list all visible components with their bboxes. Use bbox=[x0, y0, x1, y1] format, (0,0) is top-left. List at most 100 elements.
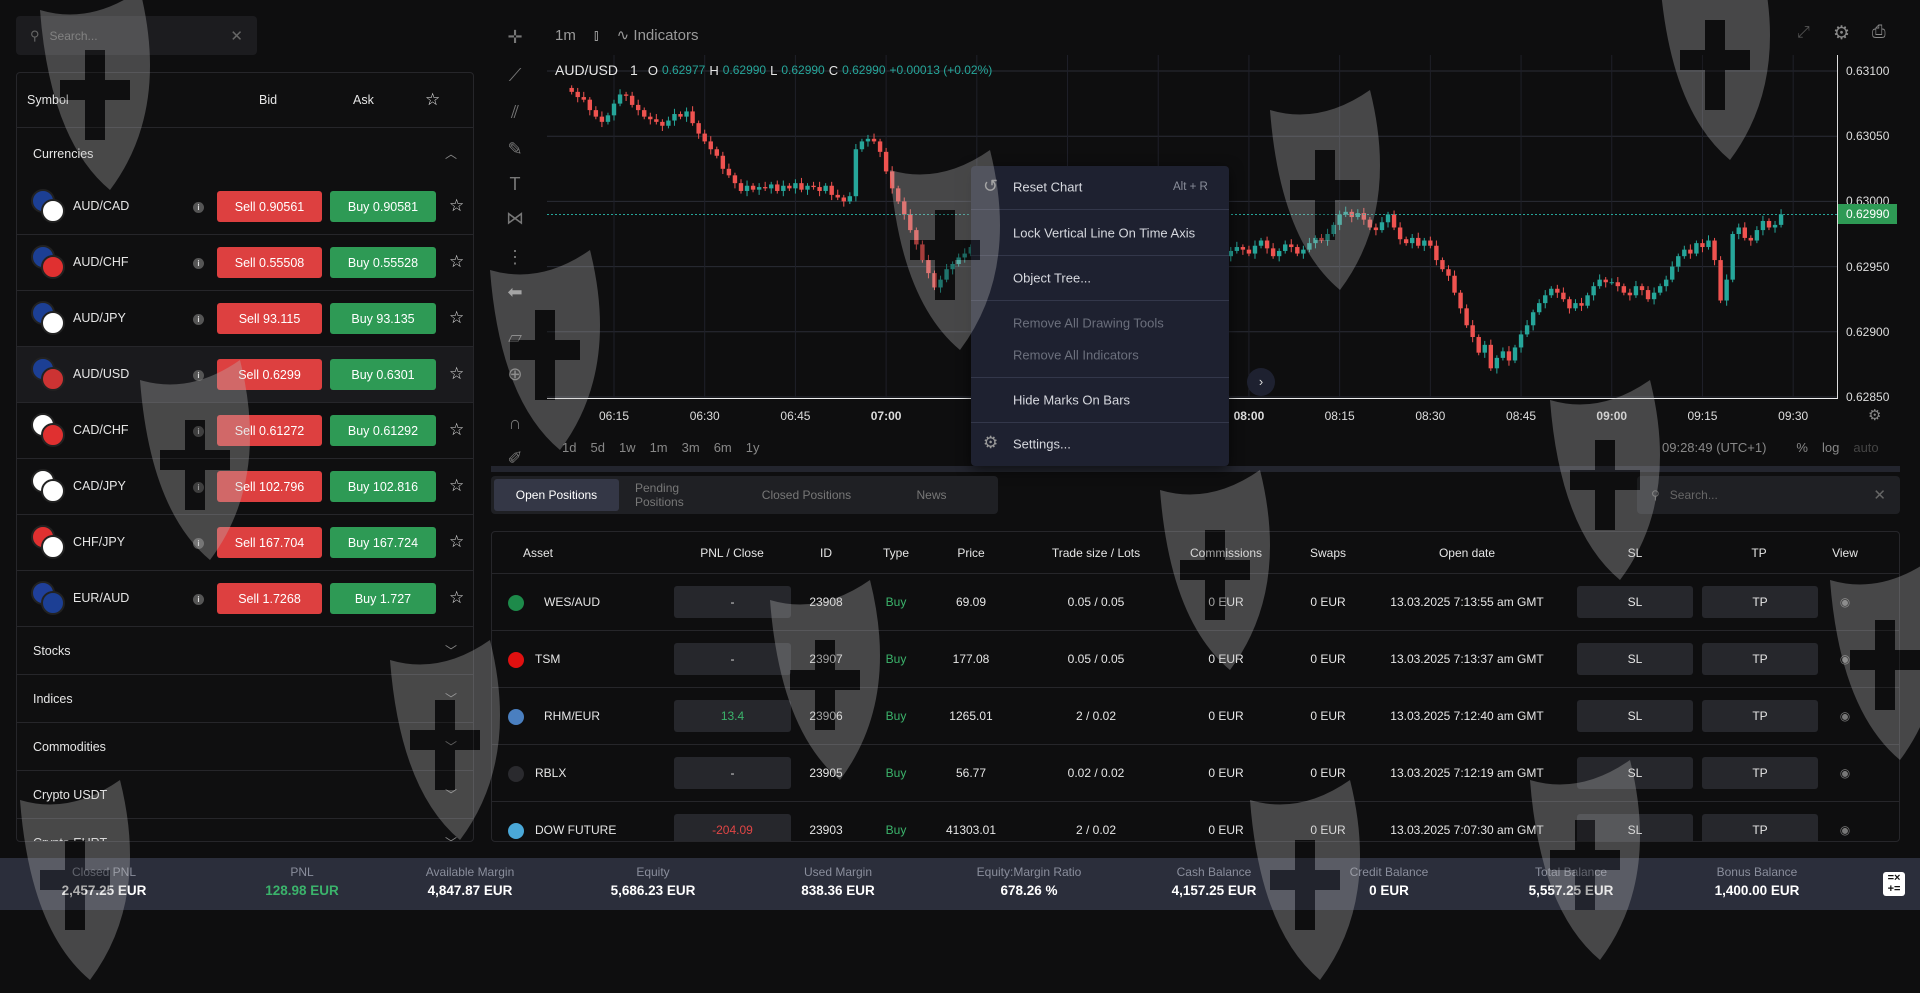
positions-search-input[interactable]: Search... bbox=[1670, 488, 1874, 502]
watchlist-row[interactable]: CHF/JPY i Sell 167.704 Buy 167.724 ☆ bbox=[17, 515, 473, 571]
crosshair-icon[interactable]: ✛ bbox=[500, 22, 530, 52]
info-icon[interactable]: i bbox=[193, 202, 204, 213]
category-commodities[interactable]: Commodities ﹀ bbox=[17, 723, 473, 771]
menu-reset-chart[interactable]: Reset Chart bbox=[1013, 180, 1082, 195]
ruler-icon[interactable]: ▱ bbox=[500, 322, 530, 352]
watchlist-row[interactable]: AUD/CAD i Sell 0.90561 Buy 0.90581 ☆ bbox=[17, 179, 473, 235]
position-row[interactable]: RBLX - 23905 Buy 56.77 0.02 / 0.02 0 EUR… bbox=[492, 744, 1899, 801]
pnl-close-button[interactable]: 13.4 bbox=[674, 700, 791, 732]
tp-button[interactable]: TP bbox=[1702, 643, 1818, 675]
star-icon[interactable]: ☆ bbox=[449, 252, 464, 272]
eye-icon[interactable]: ◉ bbox=[1840, 766, 1850, 780]
clear-search-icon[interactable]: ✕ bbox=[230, 27, 243, 45]
positions-search[interactable]: ⚲ Search... ✕ bbox=[1637, 476, 1900, 514]
fib-tool-icon[interactable]: ⫽ bbox=[500, 97, 530, 127]
category-indices[interactable]: Indices ﹀ bbox=[17, 675, 473, 723]
star-icon[interactable]: ☆ bbox=[449, 308, 464, 328]
star-icon[interactable]: ☆ bbox=[449, 588, 464, 608]
position-row[interactable]: TSM - 23907 Buy 177.08 0.05 / 0.05 0 EUR… bbox=[492, 630, 1899, 687]
brush-icon[interactable]: ✎ bbox=[500, 134, 530, 164]
tab-pending-positions[interactable]: Pending Positions bbox=[619, 479, 744, 511]
buy-button[interactable]: Buy 0.55528 bbox=[330, 247, 436, 278]
buy-button[interactable]: Buy 0.90581 bbox=[330, 191, 436, 222]
watchlist-row[interactable]: CAD/JPY i Sell 102.796 Buy 102.816 ☆ bbox=[17, 459, 473, 515]
watchlist-row[interactable]: AUD/JPY i Sell 93.115 Buy 93.135 ☆ bbox=[17, 291, 473, 347]
buy-button[interactable]: Buy 0.6301 bbox=[330, 359, 436, 390]
range-button-1m[interactable]: 1m bbox=[650, 440, 668, 455]
sl-button[interactable]: SL bbox=[1577, 814, 1693, 841]
tp-button[interactable]: TP bbox=[1702, 814, 1818, 841]
auto-toggle[interactable]: auto bbox=[1853, 440, 1878, 455]
sl-button[interactable]: SL bbox=[1577, 586, 1693, 618]
eye-icon[interactable]: ◉ bbox=[1840, 652, 1850, 666]
trend-line-icon[interactable]: ⟋ bbox=[500, 60, 530, 90]
buy-button[interactable]: Buy 167.724 bbox=[330, 527, 436, 558]
watchlist-row[interactable]: CAD/CHF i Sell 0.61272 Buy 0.61292 ☆ bbox=[17, 403, 473, 459]
menu-remove-indicators[interactable]: Remove All Indicators bbox=[1013, 348, 1139, 363]
sell-button[interactable]: Sell 102.796 bbox=[217, 471, 322, 502]
info-icon[interactable]: i bbox=[193, 538, 204, 549]
tp-button[interactable]: TP bbox=[1702, 757, 1818, 789]
price-axis[interactable]: 0.63100 0.63050 0.63000 0.62950 0.62900 0.628… bbox=[1837, 55, 1912, 404]
tab-news[interactable]: News bbox=[869, 479, 994, 511]
symbol-search[interactable]: ⚲ Search... ✕ bbox=[16, 16, 257, 55]
sell-button[interactable]: Sell 167.704 bbox=[217, 527, 322, 558]
position-row[interactable]: RHM/EUR 13.4 23906 Buy 1265.01 2 / 0.02 … bbox=[492, 687, 1899, 744]
category-stocks[interactable]: Stocks ﹀ bbox=[17, 627, 473, 675]
info-icon[interactable]: i bbox=[193, 314, 204, 325]
candle-style-icon[interactable]: ⫾ bbox=[594, 27, 599, 44]
sl-button[interactable]: SL bbox=[1577, 757, 1693, 789]
category-crypto-eurt[interactable]: Crypto EURT ﹀ bbox=[17, 819, 473, 842]
menu-object-tree[interactable]: Object Tree... bbox=[1013, 271, 1091, 286]
prediction-tool-icon[interactable]: ⋮ bbox=[500, 242, 530, 272]
info-icon[interactable]: i bbox=[193, 258, 204, 269]
scroll-right-button[interactable]: › bbox=[1247, 368, 1275, 396]
star-icon[interactable]: ☆ bbox=[449, 532, 464, 552]
sell-button[interactable]: Sell 93.115 bbox=[217, 303, 322, 334]
pnl-close-button[interactable]: - bbox=[674, 586, 791, 618]
search-input[interactable]: Search... bbox=[50, 29, 231, 43]
indicators-button[interactable]: ∿ Indicators bbox=[617, 26, 699, 44]
sell-button[interactable]: Sell 1.7268 bbox=[217, 583, 322, 614]
range-button-6m[interactable]: 6m bbox=[714, 440, 732, 455]
star-icon[interactable]: ☆ bbox=[449, 364, 464, 384]
watchlist-row[interactable]: AUD/CHF i Sell 0.55508 Buy 0.55528 ☆ bbox=[17, 235, 473, 291]
buy-button[interactable]: Buy 0.61292 bbox=[330, 415, 436, 446]
menu-remove-drawings[interactable]: Remove All Drawing Tools bbox=[1013, 316, 1164, 331]
buy-button[interactable]: Buy 93.135 bbox=[330, 303, 436, 334]
axis-settings-icon[interactable]: ⚙ bbox=[1868, 406, 1881, 424]
sell-button[interactable]: Sell 0.61272 bbox=[217, 415, 322, 446]
favorites-star-icon[interactable]: ☆ bbox=[425, 90, 440, 110]
category-crypto-usdt[interactable]: Crypto USDT ﹀ bbox=[17, 771, 473, 819]
tab-open-positions[interactable]: Open Positions bbox=[494, 479, 619, 511]
interval-button[interactable]: 1m bbox=[555, 27, 576, 44]
info-icon[interactable]: i bbox=[193, 594, 204, 605]
range-button-5d[interactable]: 5d bbox=[590, 440, 604, 455]
zoom-in-icon[interactable]: ⊕ bbox=[500, 359, 530, 389]
camera-icon[interactable]: ⎙ bbox=[1872, 22, 1886, 42]
info-icon[interactable]: i bbox=[193, 426, 204, 437]
info-icon[interactable]: i bbox=[193, 482, 204, 493]
eye-icon[interactable]: ◉ bbox=[1840, 595, 1850, 609]
range-button-3m[interactable]: 3m bbox=[682, 440, 700, 455]
buy-button[interactable]: Buy 1.727 bbox=[330, 583, 436, 614]
star-icon[interactable]: ☆ bbox=[449, 420, 464, 440]
tab-closed-positions[interactable]: Closed Positions bbox=[744, 479, 869, 511]
info-icon[interactable]: i bbox=[193, 370, 204, 381]
pattern-tool-icon[interactable]: ⋈ bbox=[500, 203, 530, 233]
back-arrow-icon[interactable]: ⬅ bbox=[500, 277, 530, 307]
watchlist-row[interactable]: AUD/USD i Sell 0.6299 Buy 0.6301 ☆ bbox=[17, 347, 473, 403]
watchlist-row[interactable]: EUR/AUD i Sell 1.7268 Buy 1.727 ☆ bbox=[17, 571, 473, 627]
percent-toggle[interactable]: % bbox=[1796, 440, 1808, 455]
menu-settings[interactable]: Settings... bbox=[1013, 437, 1071, 452]
magnet-icon[interactable]: ∩ bbox=[500, 408, 530, 438]
clear-search-icon[interactable]: ✕ bbox=[1873, 486, 1886, 504]
position-row[interactable]: DOW FUTURE -204.09 23903 Buy 41303.01 2 … bbox=[492, 801, 1899, 841]
sell-button[interactable]: Sell 0.55508 bbox=[217, 247, 322, 278]
buy-button[interactable]: Buy 102.816 bbox=[330, 471, 436, 502]
fullscreen-icon[interactable]: ⤢ bbox=[1797, 24, 1810, 42]
log-toggle[interactable]: log bbox=[1822, 440, 1839, 455]
sl-button[interactable]: SL bbox=[1577, 643, 1693, 675]
pnl-close-button[interactable]: - bbox=[674, 757, 791, 789]
star-icon[interactable]: ☆ bbox=[449, 196, 464, 216]
